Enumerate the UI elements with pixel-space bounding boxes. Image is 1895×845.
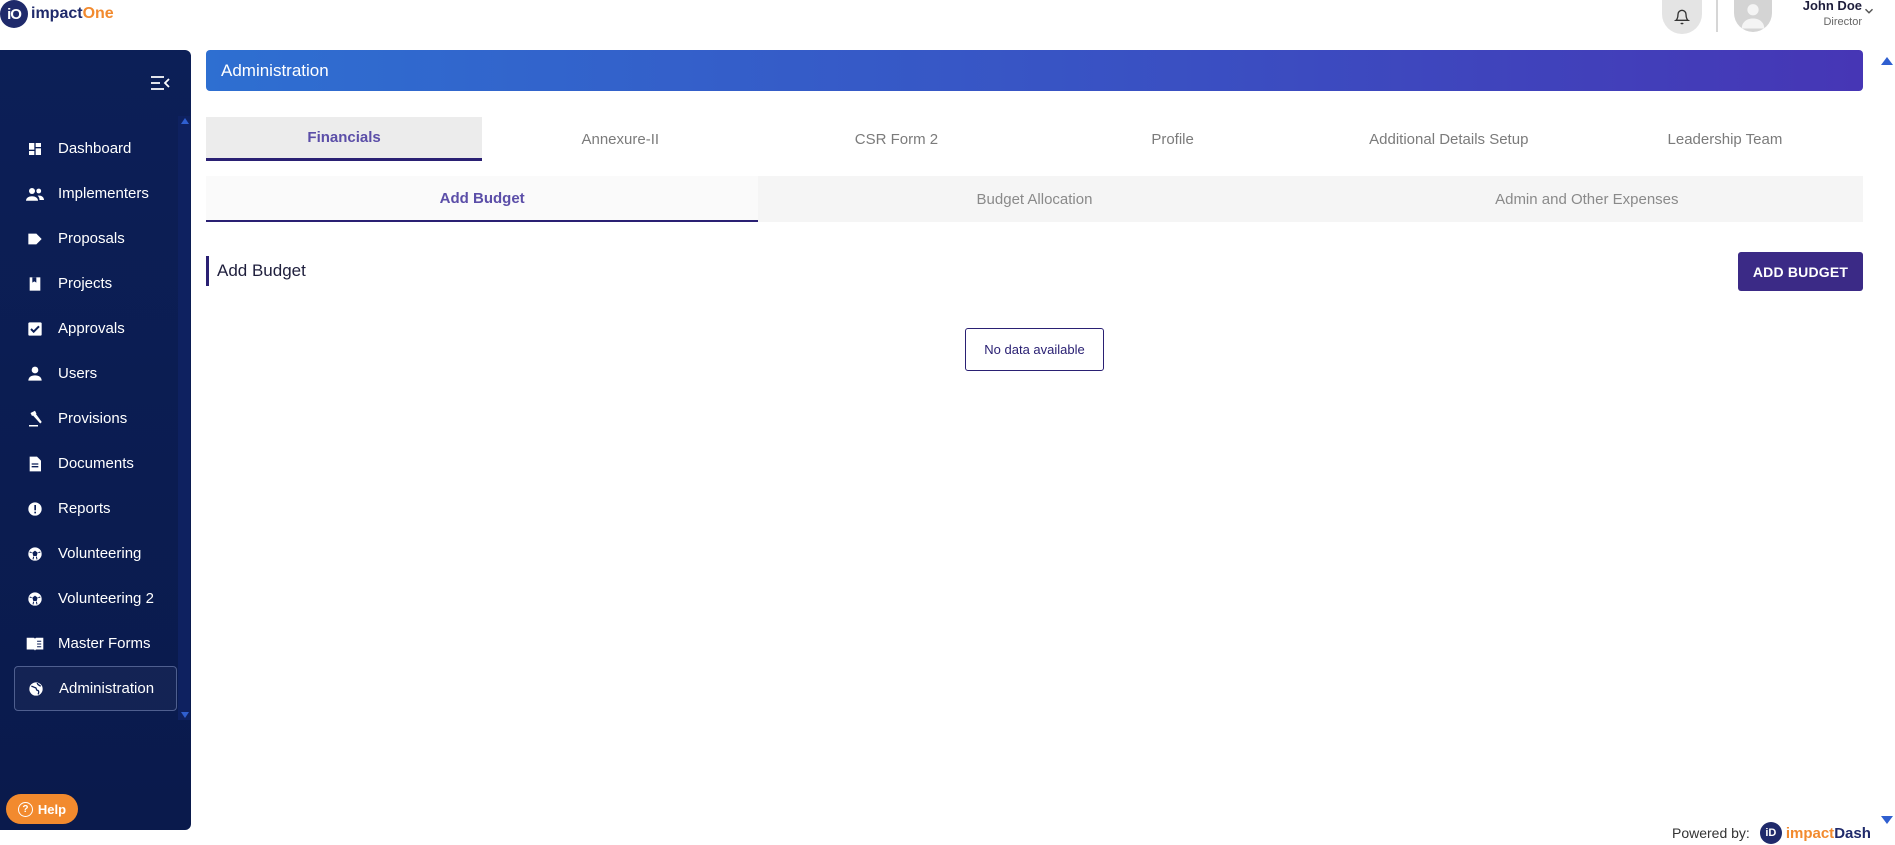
sidebar-item-label: Provisions xyxy=(58,410,128,427)
footer-logo-badge: iD xyxy=(1759,822,1782,844)
tag-icon xyxy=(26,230,44,248)
scroll-down-arrow-icon[interactable] xyxy=(181,712,189,718)
sidebar-item-label: Administration xyxy=(59,680,155,697)
checkbox-icon xyxy=(26,320,44,338)
sidebar-item-label: Volunteering xyxy=(58,545,142,562)
sidebar-item-provisions[interactable]: Provisions xyxy=(14,396,177,441)
empty-state-message: No data available xyxy=(965,328,1104,371)
sidebar-item-volunteering[interactable]: Volunteering xyxy=(14,531,177,576)
tab-additional-details-setup[interactable]: Additional Details Setup xyxy=(1311,117,1587,161)
add-budget-button[interactable]: ADD BUDGET xyxy=(1738,252,1863,291)
question-icon: ? xyxy=(17,801,33,817)
gavel-icon xyxy=(26,410,44,428)
page-title-bar: Administration xyxy=(206,50,1863,91)
sidebar-item-label: Projects xyxy=(58,275,113,292)
user-name: John Doe xyxy=(1802,0,1862,13)
soccer-ball-icon xyxy=(26,590,44,608)
person-icon xyxy=(26,365,44,383)
user-role: Director xyxy=(1823,16,1862,28)
sidebar-item-implementers[interactable]: Implementers xyxy=(14,171,177,216)
sidebar-item-master-forms[interactable]: Master Forms xyxy=(14,621,177,666)
page-title: Administration xyxy=(221,60,329,80)
sidebar-item-label: Reports xyxy=(58,500,111,517)
main-tabs: Financials Annexure-II CSR Form 2 Profil… xyxy=(206,117,1863,161)
user-silhouette-icon xyxy=(1741,4,1765,29)
app-logo[interactable]: iO impactOne xyxy=(0,0,114,28)
subtab-add-budget[interactable]: Add Budget xyxy=(206,176,759,222)
section-title: Add Budget xyxy=(206,256,306,286)
document-icon xyxy=(26,455,44,473)
footer-brand-suffix: Dash xyxy=(1834,824,1871,842)
footer: Powered by: iD impactDash xyxy=(1672,822,1871,844)
sidebar-item-label: Approvals xyxy=(58,320,125,337)
footer-brand-text: impactDash xyxy=(1786,825,1871,842)
subtab-admin-and-other-expenses[interactable]: Admin and Other Expenses xyxy=(1311,176,1863,222)
tab-annexure-ii[interactable]: Annexure-II xyxy=(482,117,758,161)
globe-icon xyxy=(27,680,45,698)
people-icon xyxy=(26,185,44,203)
subtab-budget-allocation[interactable]: Budget Allocation xyxy=(758,176,1310,222)
logo-suffix: One xyxy=(82,5,114,22)
notifications-button[interactable] xyxy=(1662,0,1702,34)
dashboard-icon xyxy=(26,140,44,158)
sub-tabs: Add Budget Budget Allocation Admin and O… xyxy=(206,176,1863,222)
alert-circle-icon xyxy=(26,500,44,518)
sidebar-item-label: Proposals xyxy=(58,230,125,247)
sidebar-item-label: Documents xyxy=(58,455,134,472)
avatar[interactable] xyxy=(1734,0,1772,32)
soccer-ball-icon xyxy=(26,545,44,563)
tab-profile[interactable]: Profile xyxy=(1035,117,1311,161)
sidebar: Dashboard Implementers Proposals Project… xyxy=(0,50,191,830)
logo-text: impactOne xyxy=(31,5,114,23)
open-book-icon xyxy=(26,635,44,653)
sidebar-item-documents[interactable]: Documents xyxy=(14,441,177,486)
bell-icon xyxy=(1674,9,1690,25)
tab-leadership-team[interactable]: Leadership Team xyxy=(1587,117,1863,161)
page-scroll-up-icon[interactable] xyxy=(1881,57,1893,65)
sidebar-item-proposals[interactable]: Proposals xyxy=(14,216,177,261)
tab-financials[interactable]: Financials xyxy=(206,117,483,161)
top-bar: iO impactOne John Doe Director xyxy=(0,0,1895,42)
user-menu[interactable]: John Doe Director xyxy=(1770,0,1862,28)
sidebar-item-reports[interactable]: Reports xyxy=(14,486,177,531)
sidebar-nav: Dashboard Implementers Proposals Project… xyxy=(14,126,177,711)
sidebar-item-projects[interactable]: Projects xyxy=(14,261,177,306)
tab-csr-form-2[interactable]: CSR Form 2 xyxy=(758,117,1034,161)
sidebar-scrollbar[interactable] xyxy=(178,116,190,720)
help-label: Help xyxy=(37,801,67,817)
sidebar-item-label: Volunteering 2 xyxy=(58,590,154,607)
sidebar-item-administration[interactable]: Administration xyxy=(14,666,177,711)
sidebar-item-users[interactable]: Users xyxy=(14,351,177,396)
logo-badge: iO xyxy=(0,0,28,28)
sidebar-item-label: Users xyxy=(58,365,98,382)
sidebar-item-volunteering-2[interactable]: Volunteering 2 xyxy=(14,576,177,621)
help-button[interactable]: ? Help xyxy=(6,794,78,824)
menu-collapse-icon xyxy=(151,76,170,90)
impactdash-logo[interactable]: iD impactDash xyxy=(1759,822,1871,844)
scroll-up-arrow-icon[interactable] xyxy=(181,118,189,124)
page-scroll-down-icon[interactable] xyxy=(1881,816,1893,824)
sidebar-collapse-button[interactable] xyxy=(150,74,172,92)
sidebar-item-dashboard[interactable]: Dashboard xyxy=(14,126,177,171)
sidebar-item-label: Dashboard xyxy=(58,140,132,157)
sidebar-item-approvals[interactable]: Approvals xyxy=(14,306,177,351)
logo-prefix: impact xyxy=(31,5,83,22)
header-divider xyxy=(1716,0,1718,32)
sidebar-item-label: Implementers xyxy=(58,185,149,202)
powered-by-label: Powered by: xyxy=(1672,825,1750,841)
book-icon xyxy=(26,275,44,293)
chevron-down-icon[interactable] xyxy=(1862,4,1876,23)
sidebar-item-label: Master Forms xyxy=(58,635,151,652)
footer-brand-prefix: impact xyxy=(1785,824,1835,842)
